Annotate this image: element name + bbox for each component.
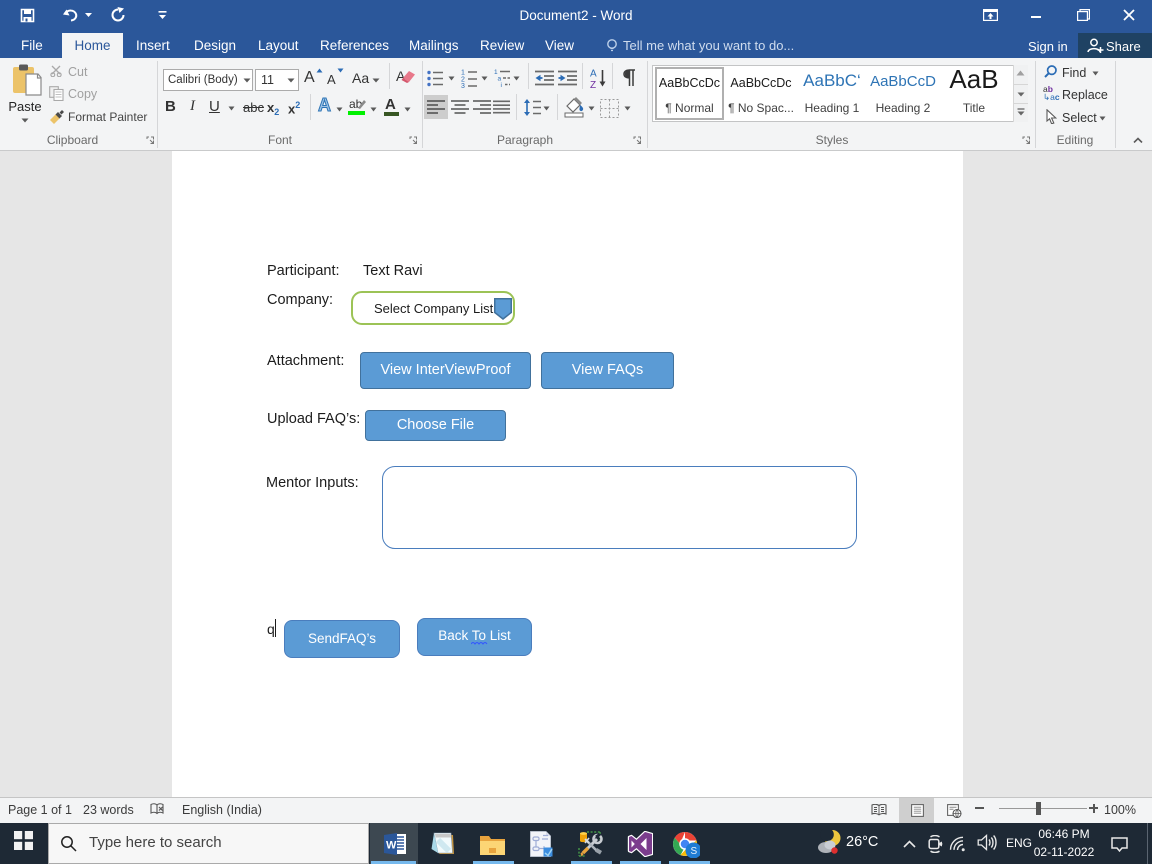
svg-text:A: A xyxy=(590,69,597,80)
svg-text:W: W xyxy=(386,840,397,852)
svg-text:S: S xyxy=(691,846,698,857)
svg-text:i: i xyxy=(501,82,502,88)
svg-text:3: 3 xyxy=(461,83,465,88)
svg-text:Z: Z xyxy=(590,80,596,89)
svg-text:1: 1 xyxy=(461,70,465,77)
